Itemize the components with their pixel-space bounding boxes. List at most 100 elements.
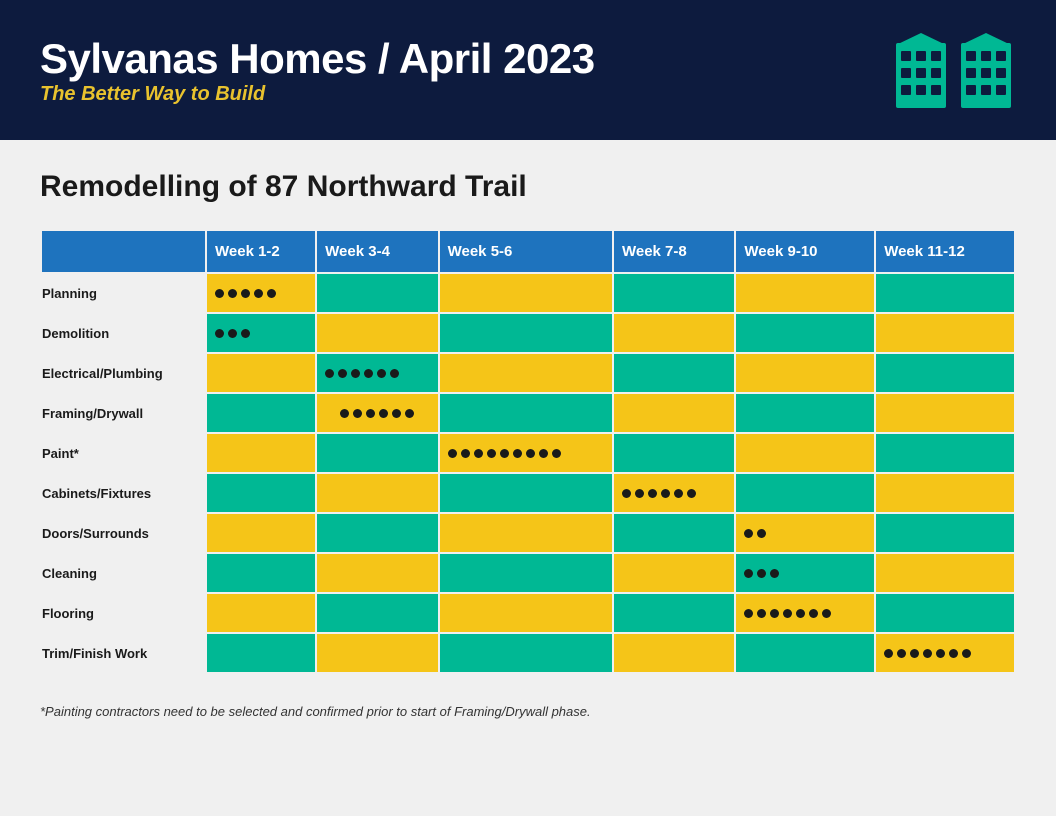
dot-indicator xyxy=(949,649,958,658)
col-header-week9-10: Week 9-10 xyxy=(735,230,875,273)
table-row: Doors/Surrounds xyxy=(41,513,1015,553)
dot-indicator xyxy=(215,329,224,338)
logo-area xyxy=(896,33,1016,108)
schedule-cell xyxy=(206,273,316,313)
dot-indicator xyxy=(622,489,631,498)
dot-indicator xyxy=(254,289,263,298)
dot-indicator xyxy=(487,449,496,458)
table-row: Demolition xyxy=(41,313,1015,353)
schedule-cell xyxy=(439,593,613,633)
schedule-cell xyxy=(613,313,735,353)
dot-indicator xyxy=(757,569,766,578)
schedule-cell xyxy=(206,353,316,393)
dot-indicator xyxy=(364,369,373,378)
schedule-cell xyxy=(439,313,613,353)
page-title: Sylvanas Homes / April 2023 xyxy=(40,35,595,83)
schedule-cell xyxy=(613,353,735,393)
project-title: Remodelling of 87 Northward Trail xyxy=(40,170,1016,204)
page-subtitle: The Better Way to Build xyxy=(40,83,595,106)
schedule-cell xyxy=(613,593,735,633)
schedule-cell xyxy=(613,273,735,313)
dot-indicator xyxy=(770,569,779,578)
col-header-task xyxy=(41,230,206,273)
dot-indicator xyxy=(474,449,483,458)
dot-indicator xyxy=(228,329,237,338)
dot-indicator xyxy=(687,489,696,498)
dot-indicator xyxy=(809,609,818,618)
dot-indicator xyxy=(228,289,237,298)
footnote: *Painting contractors need to be selecte… xyxy=(40,704,1016,719)
task-label: Cleaning xyxy=(41,553,206,593)
dot-indicator xyxy=(884,649,893,658)
col-header-week3-4: Week 3-4 xyxy=(316,230,438,273)
dot-indicator xyxy=(215,289,224,298)
schedule-cell xyxy=(613,473,735,513)
schedule-cell xyxy=(875,593,1015,633)
col-header-week1-2: Week 1-2 xyxy=(206,230,316,273)
table-row: Flooring xyxy=(41,593,1015,633)
building-icon-right xyxy=(961,33,1016,108)
schedule-cell xyxy=(613,553,735,593)
schedule-cell xyxy=(316,353,438,393)
dot-indicator xyxy=(822,609,831,618)
dot-indicator xyxy=(897,649,906,658)
table-row: Planning xyxy=(41,273,1015,313)
task-label: Paint* xyxy=(41,433,206,473)
dot-indicator xyxy=(635,489,644,498)
task-label: Cabinets/Fixtures xyxy=(41,473,206,513)
dot-indicator xyxy=(379,409,388,418)
schedule-cell xyxy=(439,353,613,393)
schedule-cell xyxy=(613,633,735,673)
schedule-cell xyxy=(439,513,613,553)
page-header: Sylvanas Homes / April 2023 The Better W… xyxy=(0,0,1056,140)
dot-indicator xyxy=(461,449,470,458)
schedule-cell xyxy=(439,473,613,513)
schedule-cell xyxy=(875,473,1015,513)
task-label: Flooring xyxy=(41,593,206,633)
schedule-cell xyxy=(875,633,1015,673)
table-row: Electrical/Plumbing xyxy=(41,353,1015,393)
dot-indicator xyxy=(340,409,349,418)
schedule-cell xyxy=(735,473,875,513)
dot-indicator xyxy=(770,609,779,618)
schedule-cell xyxy=(735,513,875,553)
dot-indicator xyxy=(744,609,753,618)
schedule-cell xyxy=(613,433,735,473)
schedule-cell xyxy=(613,393,735,433)
schedule-cell xyxy=(316,433,438,473)
task-label: Doors/Surrounds xyxy=(41,513,206,553)
task-label: Trim/Finish Work xyxy=(41,633,206,673)
schedule-cell xyxy=(316,593,438,633)
schedule-cell xyxy=(735,433,875,473)
dot-indicator xyxy=(267,289,276,298)
dot-indicator xyxy=(962,649,971,658)
task-label: Planning xyxy=(41,273,206,313)
col-header-week11-12: Week 11-12 xyxy=(875,230,1015,273)
dot-indicator xyxy=(757,529,766,538)
schedule-cell xyxy=(316,633,438,673)
schedule-cell xyxy=(613,513,735,553)
schedule-cell xyxy=(735,273,875,313)
schedule-cell xyxy=(735,353,875,393)
dot-indicator xyxy=(241,329,250,338)
table-row: Trim/Finish Work xyxy=(41,633,1015,673)
dot-indicator xyxy=(390,369,399,378)
dot-indicator xyxy=(513,449,522,458)
dot-indicator xyxy=(377,369,386,378)
schedule-cell xyxy=(875,273,1015,313)
schedule-cell xyxy=(316,473,438,513)
schedule-cell xyxy=(439,393,613,433)
dot-indicator xyxy=(338,369,347,378)
dot-indicator xyxy=(923,649,932,658)
dot-indicator xyxy=(351,369,360,378)
dot-indicator xyxy=(392,409,401,418)
dot-indicator xyxy=(539,449,548,458)
schedule-cell xyxy=(875,553,1015,593)
schedule-cell xyxy=(875,393,1015,433)
task-label: Framing/Drywall xyxy=(41,393,206,433)
dot-indicator xyxy=(526,449,535,458)
dot-indicator xyxy=(353,409,362,418)
table-row: Framing/Drywall xyxy=(41,393,1015,433)
schedule-cell xyxy=(316,273,438,313)
schedule-cell xyxy=(875,433,1015,473)
